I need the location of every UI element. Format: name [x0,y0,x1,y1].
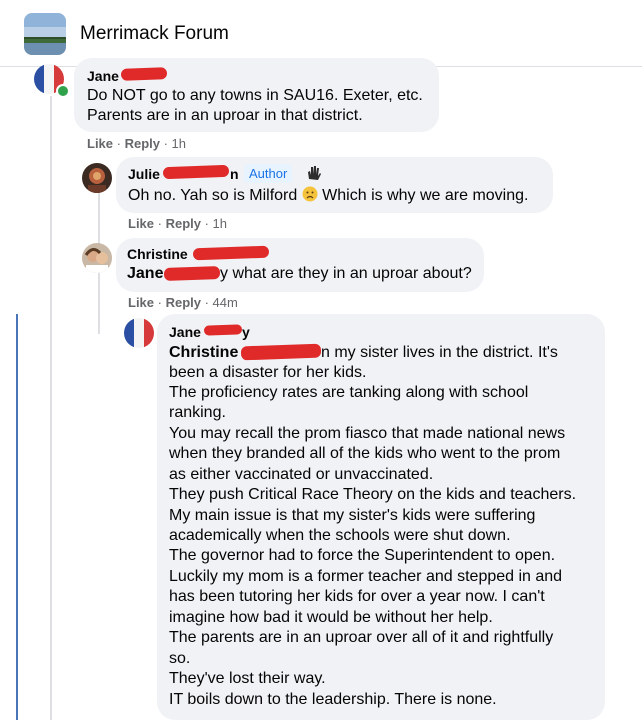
thread-line-active [16,314,18,720]
comment-bubble: Julie n Author Oh no. Yah so is Milford … [116,157,553,213]
comment-text: as either vaccinated or unvaccinated. [169,466,434,483]
thread-line [50,96,52,720]
avatar[interactable] [82,243,112,273]
comment-text: IT boils down to the leadership. There i… [169,691,497,708]
frowning-face-emoji-icon [302,186,318,202]
online-status-icon [56,84,70,98]
comment-text: They've lost their way. [169,670,326,687]
comment-author[interactable]: Jane [169,324,201,340]
comment-text: has been tutoring her kids for over a ye… [169,588,545,605]
comment-text: You may recall the prom fiasco that made… [169,425,566,442]
comment-text: been a disaster for her kids. [169,364,367,381]
mention-link[interactable]: Christine [169,344,238,361]
like-button[interactable]: Like [128,216,154,231]
comment-text: y what are they in an uproar about? [220,265,472,282]
comment-author-suffix: y [242,324,250,340]
like-button[interactable]: Like [87,136,113,151]
group-avatar[interactable] [24,13,66,55]
reply-button[interactable]: Reply [125,136,160,151]
comment-bubble: Christine Jane y what are they in an upr… [116,238,484,292]
comment-text: Christine [169,344,238,362]
comment-timestamp[interactable]: 1h [213,216,227,231]
reply-button[interactable]: Reply [166,295,201,310]
comment-text: Luckily my mom is a former teacher and s… [169,568,563,585]
redaction-mark [240,343,322,361]
comment-text: Parents are in an uproar in that distric… [87,107,363,124]
comment-actions: Like · Reply · 1h [87,136,187,151]
comment-actions: Like · Reply · 44m [128,295,238,310]
comment-bubble: Jane Do NOT go to any towns in SAU16. Ex… [74,58,439,132]
comment-text: Oh no. Yah so is Milford Which is why we… [128,186,529,204]
avatar[interactable] [124,318,154,348]
comment-text: when they branded all of the kids who we… [169,445,561,462]
reply-button[interactable]: Reply [166,216,201,231]
comment-text: so. [169,650,191,667]
group-header: Merrimack Forum [0,0,642,67]
group-name[interactable]: Merrimack Forum [80,23,229,45]
comment-text: The governor had to force the Superinten… [169,547,556,564]
redaction-mark [192,245,270,261]
redaction-mark [120,67,168,81]
thread-line [98,272,100,334]
comment-bubble: Jane y Christine n my sister lives in th… [157,314,605,720]
top-fan-badge-icon [305,164,323,182]
comment-author[interactable]: Christine [127,246,188,262]
comment-author-suffix: n [230,166,239,182]
comment-text: The proficiency rates are tanking along … [169,384,529,401]
comment-text: The parents are in an uproar over all of… [169,629,554,646]
comment-text: They push Critical Race Theory on the ki… [169,486,577,503]
avatar[interactable] [82,163,112,193]
comment-timestamp[interactable]: 1h [172,136,186,151]
comment-text: imagine how bad it would be without her … [169,609,493,626]
comment-text: Jane [127,265,163,283]
comment-text: academically when the schools were shut … [169,527,511,544]
comment-text: Do NOT go to any towns in SAU16. Exeter,… [87,87,423,104]
like-button[interactable]: Like [128,295,154,310]
comment-timestamp[interactable]: 44m [213,295,238,310]
comment-actions: Like · Reply · 1h [128,216,228,231]
comment-text: ranking. [169,404,226,421]
comment-author[interactable]: Julie [128,166,160,182]
comment-text: n my sister lives in the district. It's [321,344,558,361]
author-badge: Author [244,164,293,183]
redaction-mark [162,164,230,180]
redaction-mark [163,266,221,281]
redaction-mark [203,324,243,336]
mention-link[interactable]: Jane [127,265,163,282]
comment-text: My main issue is that my sister's kids w… [169,507,536,524]
comment-author[interactable]: Jane [87,68,119,84]
